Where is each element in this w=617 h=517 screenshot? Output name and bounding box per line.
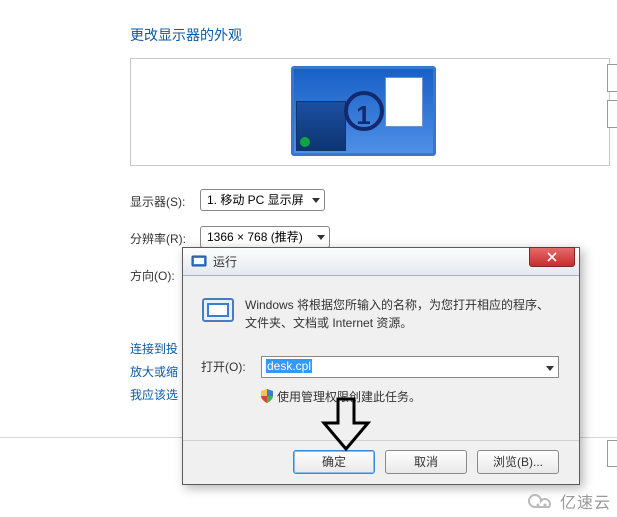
run-description: Windows 将根据您所输入的名称，为您打开相应的程序、文件夹、文档或 Int… [245,296,555,332]
chevron-down-icon [546,366,554,371]
display-dropdown[interactable]: 1. 移动 PC 显示屏 [200,189,325,211]
cancel-button[interactable]: 取消 [385,450,467,474]
thumb-start-button [300,137,310,147]
watermark: 亿速云 [527,489,611,513]
link-what-settings[interactable]: 我应该选 [130,386,178,403]
watermark-text: 亿速云 [560,495,611,512]
watermark-icon [527,493,555,513]
thumb-window [385,77,423,127]
annotation-arrow [320,397,372,452]
display-dropdown-value: 1. 移动 PC 显示屏 [207,193,304,207]
link-enlarge[interactable]: 放大或缩 [130,363,178,380]
open-combobox[interactable]: desk.cpl [261,356,559,378]
apply-button-cropped[interactable] [607,440,617,467]
chevron-down-icon [317,235,325,240]
thumb-desktop [296,101,346,151]
chevron-down-icon [312,198,320,203]
browse-button[interactable]: 浏览(B)... [477,450,559,474]
open-label: 打开(O): [201,358,246,375]
run-button-bar: 确定 取消 浏览(B)... [183,440,579,484]
orientation-label: 方向(O): [130,267,175,284]
monitor-thumbnail-1[interactable]: 1 [291,66,436,156]
link-connect-projector[interactable]: 连接到投 [130,340,178,357]
run-titlebar[interactable]: 运行 [183,248,579,276]
identify-button-cropped[interactable] [607,100,617,128]
open-input-value: desk.cpl [266,359,312,373]
resolution-dropdown-value: 1366 × 768 (推荐) [207,230,303,244]
page-title: 更改显示器的外观 [130,25,242,45]
ok-button[interactable]: 确定 [293,450,375,474]
monitor-preview-area: 1 [130,58,610,166]
monitor-number-badge: 1 [344,91,384,131]
resolution-dropdown[interactable]: 1366 × 768 (推荐) [200,226,330,248]
run-title: 运行 [213,253,237,270]
display-label: 显示器(S): [130,193,185,210]
run-icon-small [191,253,207,269]
close-icon [547,252,557,262]
shield-icon [261,389,273,403]
detect-button-cropped[interactable] [607,64,617,92]
run-icon-large [201,296,235,324]
run-dialog: 运行 Windows 将根据您所输入的名称，为您打开相应的程序、文件夹、文档或 … [182,247,580,485]
close-button[interactable] [529,247,575,267]
resolution-label: 分辨率(R): [130,230,186,247]
